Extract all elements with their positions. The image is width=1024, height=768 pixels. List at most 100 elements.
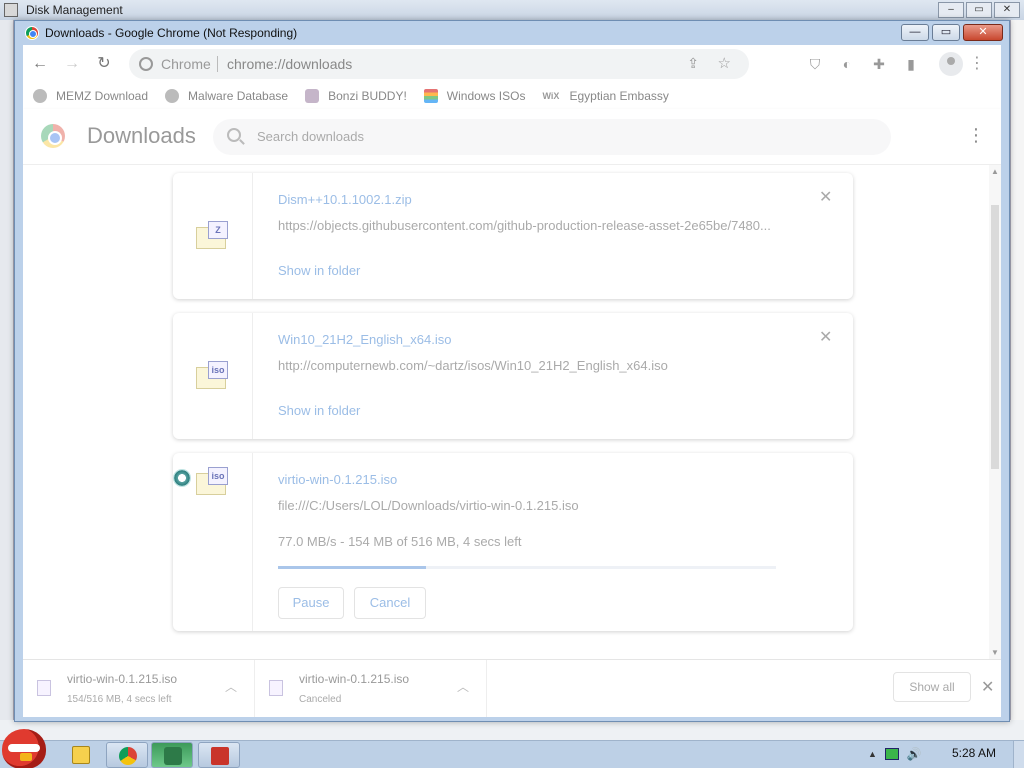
menu-kebab-icon[interactable]: ⋮	[967, 54, 987, 74]
globe-icon	[165, 89, 180, 103]
maximize-button[interactable]: ▭	[966, 2, 992, 18]
chrome-site-icon[interactable]	[139, 57, 153, 71]
download-source-url[interactable]: http://computernewb.com/~dartz/isos/Win1…	[278, 358, 788, 373]
close-button[interactable]: ✕	[963, 24, 1003, 41]
chrome-logo-icon	[41, 124, 65, 148]
folder-icon	[72, 746, 90, 764]
file-icon	[269, 680, 283, 696]
shelf-item[interactable]: virtio-win-0.1.215.iso 154/516 MB, 4 sec…	[23, 660, 255, 717]
forward-button[interactable]: →	[61, 53, 83, 75]
puzzle-icon[interactable]: ✚	[869, 54, 889, 74]
loading-spinner-icon	[173, 469, 191, 487]
window-controls: — ▭ ✕	[901, 24, 1003, 41]
toolbox-icon	[211, 747, 229, 765]
window-title: Downloads - Google Chrome (Not Respondin…	[45, 26, 298, 40]
show-in-folder-link[interactable]: Show in folder	[278, 263, 360, 278]
minimize-button[interactable]: —	[901, 24, 929, 41]
scroll-up-arrow-icon[interactable]: ▲	[991, 167, 999, 176]
volume-icon[interactable]: 🔊	[907, 747, 922, 761]
bookmark-label: Malware Database	[188, 89, 289, 103]
bookmark-label: MEMZ Download	[56, 89, 149, 103]
taskbar-disk-management[interactable]	[198, 742, 240, 768]
bookmark-star-icon[interactable]: ☆	[718, 54, 731, 72]
background-window-title: Disk Management	[26, 3, 123, 17]
download-shelf: virtio-win-0.1.215.iso 154/516 MB, 4 sec…	[23, 659, 1001, 717]
bookmark-memz[interactable]: MEMZ Download	[33, 89, 148, 103]
cancel-button[interactable]: Cancel	[354, 587, 426, 619]
show-desktop-button[interactable]	[1013, 741, 1024, 768]
profile-avatar[interactable]	[939, 52, 963, 76]
taskbar-clock[interactable]: 5:28 AM	[952, 746, 996, 760]
file-icon-column: Z	[173, 173, 253, 299]
file-icon-column: iso	[173, 453, 253, 631]
omnibox-separator	[217, 56, 218, 72]
shelf-item-name: virtio-win-0.1.215.iso	[67, 672, 178, 686]
extension-icon[interactable]: ◐	[837, 54, 857, 74]
omnibox[interactable]: Chrome chrome://downloads ⇪ ☆	[129, 49, 749, 79]
shield-extension-icon[interactable]: ⛉	[805, 54, 825, 74]
toolbar: ← → ↻ Chrome chrome://downloads ⇪ ☆ ⛉ ◐ …	[23, 45, 1001, 83]
file-type-tag: Z	[208, 221, 228, 239]
search-icon[interactable]	[227, 128, 241, 142]
file-icon-column: iso	[173, 313, 253, 439]
network-status-icon[interactable]	[884, 748, 899, 760]
background-window-controls: – ▭ ✕	[938, 2, 1020, 18]
chevron-up-icon[interactable]: ︿	[457, 678, 469, 695]
shelf-item-status: Canceled	[299, 694, 342, 705]
downloads-list: Z Dism++10.1.1002.1.zip https://objects.…	[23, 165, 1001, 659]
download-filename-link[interactable]: virtio-win-0.1.215.iso	[278, 472, 397, 487]
chrome-icon	[119, 747, 137, 765]
network-icon	[164, 747, 182, 765]
system-tray: ▲ 🔊	[868, 747, 922, 761]
taskbar-chrome[interactable]	[106, 742, 148, 768]
bookmark-egyptian-embassy[interactable]: WiX Egyptian Embassy	[542, 89, 668, 103]
download-card: Z Dism++10.1.1002.1.zip https://objects.…	[173, 173, 853, 299]
chevron-up-icon[interactable]: ︿	[225, 678, 237, 695]
scrollbar[interactable]: ▲ ▼	[989, 165, 1001, 659]
start-button[interactable]	[2, 729, 46, 768]
search-input[interactable]: Search downloads	[257, 129, 364, 144]
file-type-tag: iso	[208, 467, 228, 485]
show-in-folder-link[interactable]: Show in folder	[278, 403, 360, 418]
bookmark-windows-isos[interactable]: Windows ISOs	[423, 89, 525, 103]
show-all-button[interactable]: Show all	[893, 672, 971, 702]
download-filename-link[interactable]: Win10_21H2_English_x64.iso	[278, 332, 451, 347]
maximize-button[interactable]: ▭	[932, 24, 960, 41]
scrollbar-thumb[interactable]	[991, 205, 999, 469]
omnibox-url[interactable]: chrome://downloads	[227, 56, 352, 72]
shelf-item[interactable]: virtio-win-0.1.215.iso Canceled ︿	[255, 660, 487, 717]
bookmark-bonzi-buddy[interactable]: Bonzi BUDDY!	[305, 89, 407, 103]
download-progress-fill	[278, 566, 427, 569]
side-panel-icon[interactable]: ▮	[901, 54, 921, 74]
search-box[interactable]: Search downloads	[213, 119, 891, 155]
chrome-logo-icon	[25, 26, 39, 40]
download-filename-link[interactable]: Dism++10.1.1002.1.zip	[278, 192, 412, 207]
taskbar-network-app[interactable]	[151, 742, 193, 768]
chrome-titlebar[interactable]: Downloads - Google Chrome (Not Respondin…	[15, 21, 1009, 45]
close-button[interactable]: ✕	[994, 2, 1020, 18]
taskbar-explorer[interactable]	[60, 742, 102, 768]
page-title: Downloads	[87, 123, 196, 148]
bookmark-label: Egyptian Embassy	[569, 89, 669, 103]
back-button[interactable]: ←	[29, 53, 51, 75]
download-source-url[interactable]: file:///C:/Users/LOL/Downloads/virtio-wi…	[278, 498, 788, 513]
remove-download-icon[interactable]: ✕	[819, 190, 832, 206]
remove-download-icon[interactable]: ✕	[819, 330, 832, 346]
bookmark-malware-database[interactable]: Malware Database	[165, 89, 288, 103]
background-window-left-edge	[0, 20, 14, 720]
download-source-url[interactable]: https://objects.githubusercontent.com/gi…	[278, 218, 788, 233]
background-window-right-edge	[1010, 20, 1024, 720]
pause-button[interactable]: Pause	[278, 587, 344, 619]
reload-button[interactable]: ↻	[93, 53, 115, 75]
download-card-active: iso virtio-win-0.1.215.iso file:///C:/Us…	[173, 453, 853, 631]
minimize-button[interactable]: –	[938, 2, 964, 18]
downloads-menu-icon[interactable]: ⋮	[967, 125, 985, 145]
close-shelf-icon[interactable]: ✕	[981, 677, 994, 697]
tray-expand-icon[interactable]: ▲	[868, 749, 877, 759]
share-icon[interactable]: ⇪	[687, 55, 699, 72]
download-progress-bar	[278, 566, 776, 569]
scroll-down-arrow-icon[interactable]: ▼	[991, 648, 999, 657]
background-window-titlebar[interactable]: Disk Management – ▭ ✕	[0, 0, 1024, 20]
bookmarks-bar: MEMZ Download Malware Database Bonzi BUD…	[23, 83, 1001, 109]
bonzi-icon	[305, 89, 320, 103]
